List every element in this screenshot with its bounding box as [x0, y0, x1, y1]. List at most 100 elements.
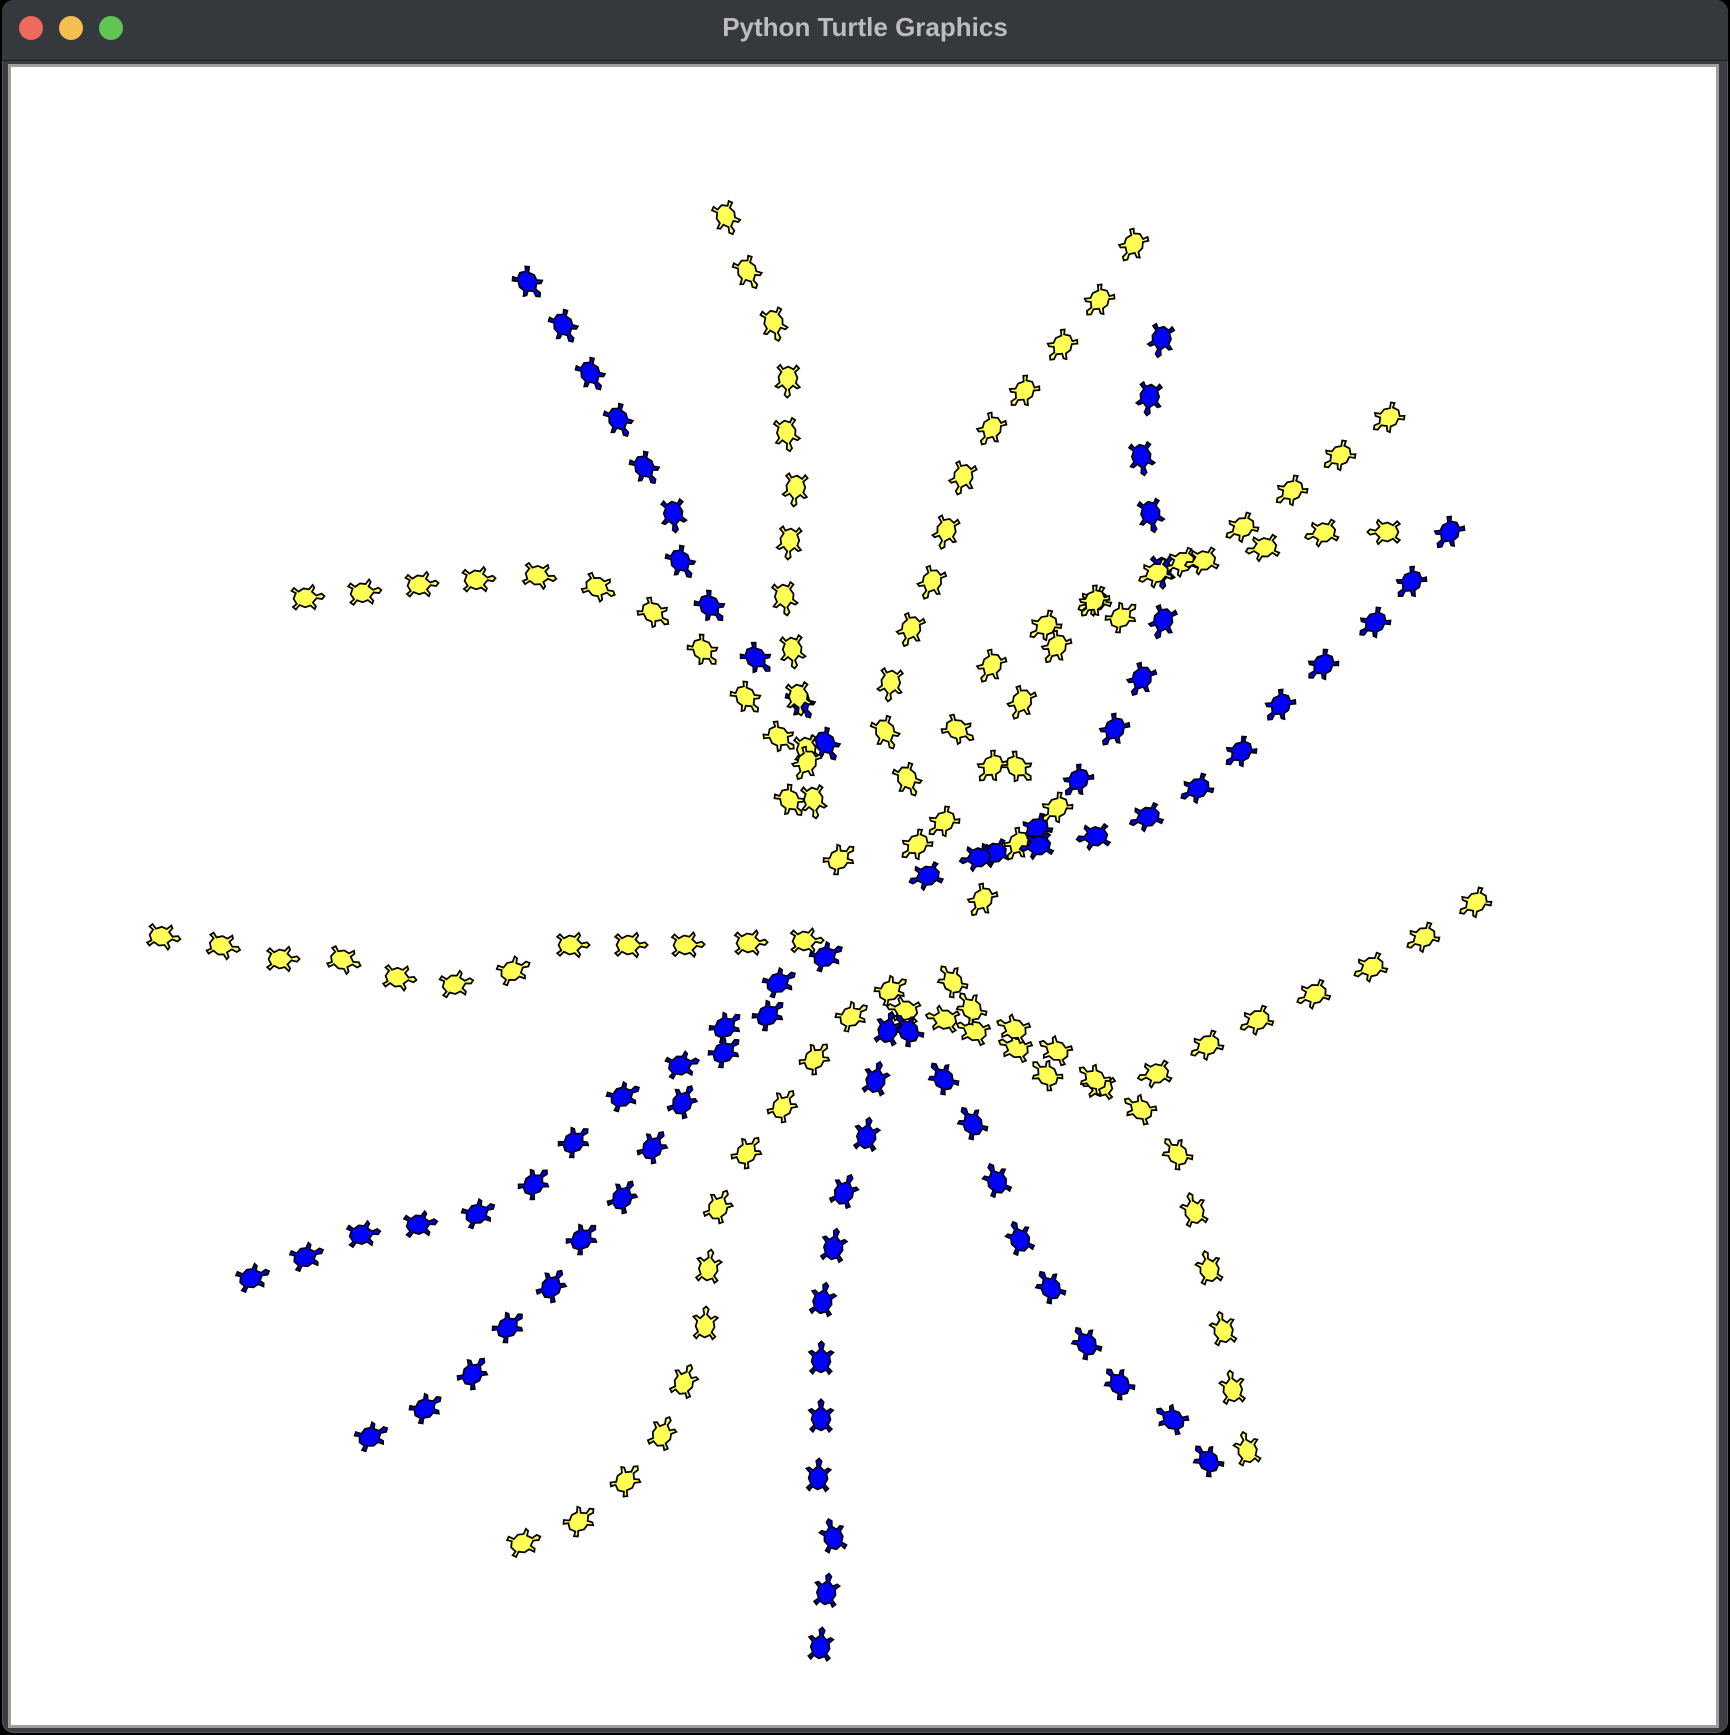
turtle-icon: [1098, 712, 1131, 746]
turtle-icon: [1372, 401, 1406, 434]
turtle-icon: [1127, 440, 1157, 477]
turtle-icon: [1125, 661, 1158, 697]
arm-yellow-north-east: [869, 227, 1150, 797]
turtle-icon: [1225, 735, 1258, 768]
turtle-icon: [1128, 801, 1165, 833]
turtle-icon: [807, 1626, 835, 1662]
window-title: Python Turtle Graphics: [722, 12, 1008, 42]
turtle-icon: [1217, 1369, 1247, 1406]
turtle-icon: [1395, 565, 1428, 598]
arm-yellow-south: [505, 974, 908, 1559]
turtle-icon: [1075, 822, 1112, 852]
turtle-icon: [205, 931, 242, 961]
turtle-icon: [1136, 1059, 1173, 1089]
turtle-icon: [875, 666, 905, 703]
turtle-icon: [729, 680, 762, 713]
turtle-icon: [609, 1465, 642, 1498]
turtle-icon: [145, 922, 182, 952]
turtle-icon: [580, 571, 616, 603]
turtle-icon: [1192, 1445, 1225, 1478]
turtle-icon: [1406, 921, 1441, 954]
turtle-drawing: [145, 199, 1493, 1662]
turtle-icon: [1264, 688, 1297, 721]
turtle-icon: [808, 1281, 838, 1318]
turtle-icon: [1296, 978, 1332, 1010]
turtle-icon: [461, 565, 497, 593]
turtle-icon: [602, 402, 635, 438]
turtle-icon: [947, 459, 978, 496]
turtle-icon: [834, 1000, 869, 1033]
turtle-icon: [975, 648, 1008, 683]
arm-blue-south: [804, 1010, 903, 1662]
turtle-icon: [535, 1269, 568, 1304]
turtle-icon: [817, 1517, 848, 1554]
turtle-icon: [664, 1049, 701, 1080]
turtle-icon: [1359, 606, 1392, 639]
arm-yellow-north: [710, 199, 829, 820]
turtle-icon: [325, 945, 362, 976]
turtle-icon: [381, 963, 418, 993]
turtle-icon: [613, 931, 649, 959]
turtle-icon: [761, 966, 796, 999]
turtle-icon: [916, 564, 948, 600]
turtle-icon: [265, 945, 301, 973]
turtle-icon: [772, 416, 802, 453]
turtle-icon: [927, 1062, 960, 1096]
turtle-icon: [574, 356, 607, 391]
turtle-icon: [730, 1137, 763, 1170]
turtle-icon: [694, 1248, 724, 1285]
turtle-icon: [895, 611, 927, 648]
turtle-icon: [1000, 750, 1033, 783]
turtle-icon: [804, 1457, 833, 1493]
turtle-icon: [1161, 1138, 1194, 1171]
turtle-icon: [869, 714, 902, 750]
turtle-icon: [557, 1126, 590, 1159]
turtle-icon: [891, 761, 924, 797]
turtle-icon: [1070, 1326, 1103, 1361]
turtle-icon: [1433, 515, 1466, 549]
turtle-icon: [940, 713, 975, 746]
turtle-icon: [636, 1130, 669, 1165]
title-bar[interactable]: Python Turtle Graphics: [2, 0, 1728, 61]
turtle-icon: [1062, 763, 1095, 796]
turtle-icon: [975, 411, 1008, 446]
turtle-icon: [495, 954, 531, 987]
turtle-icon: [1208, 1310, 1238, 1347]
turtle-icon: [1366, 518, 1402, 546]
turtle-icon: [861, 1060, 891, 1097]
turtle-icon: [606, 1180, 639, 1215]
turtle-canvas[interactable]: [11, 67, 1716, 1725]
turtle-icon: [852, 1116, 882, 1153]
arm-yellow-west: [145, 922, 825, 999]
turtle-icon: [1004, 1220, 1036, 1257]
turtle-icon: [779, 633, 807, 670]
turtle-icon: [739, 641, 772, 674]
turtle-icon: [1180, 772, 1215, 805]
turtle-icon: [666, 1085, 699, 1120]
turtle-icon: [751, 999, 784, 1032]
turtle-icon: [822, 843, 855, 876]
turtle-icon: [770, 580, 800, 617]
turtle-icon: [1275, 474, 1309, 507]
turtle-icon: [1123, 1093, 1158, 1126]
turtle-icon: [781, 471, 809, 508]
arm-yellow-east-upper: [940, 401, 1406, 917]
turtle-icon: [928, 805, 961, 838]
turtle-icon: [1244, 533, 1281, 563]
turtle-icon: [346, 577, 383, 607]
turtle-icon: [908, 860, 945, 892]
turtle-icon: [799, 783, 829, 820]
turtle-icon: [404, 570, 440, 598]
turtle-icon: [1178, 1191, 1209, 1228]
turtle-icon: [353, 1420, 389, 1453]
turtle-icon: [956, 1106, 989, 1141]
turtle-icon: [402, 1209, 439, 1239]
turtle-icon: [628, 450, 661, 485]
turtle-icon: [460, 1197, 496, 1230]
turtle-icon: [521, 561, 558, 591]
turtle-icon: [1103, 1368, 1136, 1401]
turtle-icon: [670, 931, 706, 959]
turtle-icon: [1303, 518, 1340, 548]
turtle-icon: [646, 1415, 678, 1452]
turtle-icon: [798, 1043, 831, 1076]
